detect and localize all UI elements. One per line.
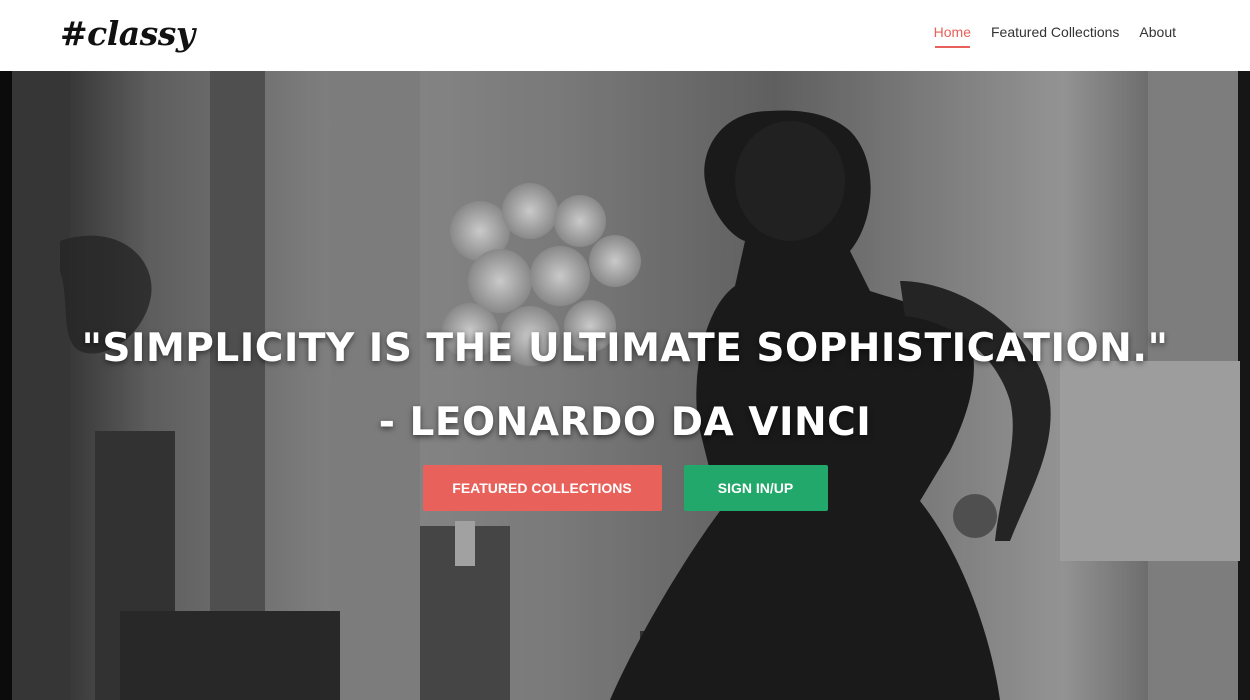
hero-section: "Simplicity is the ultimate sophisticati… (0, 71, 1250, 700)
hero-quote: "Simplicity is the ultimate sophisticati… (0, 312, 1250, 460)
main-nav: Home Featured Collections About (934, 24, 1176, 48)
nav-featured-collections-link[interactable]: Featured Collections (991, 24, 1119, 48)
nav-about-link[interactable]: About (1139, 24, 1176, 48)
featured-collections-button[interactable]: Featured Collections (422, 465, 662, 511)
hero-cta-row: Featured Collections Sign in/up (0, 465, 1250, 511)
hero-quote-text: "Simplicity is the ultimate sophisticati… (81, 326, 1169, 372)
hero-quote-author: - Leonardo da Vinci (378, 400, 872, 446)
top-navbar: #classy Home Featured Collections About (0, 0, 1250, 71)
sign-in-up-button[interactable]: Sign in/up (683, 465, 828, 511)
nav-home-link[interactable]: Home (934, 24, 971, 48)
site-logo[interactable]: #classy (60, 14, 195, 53)
